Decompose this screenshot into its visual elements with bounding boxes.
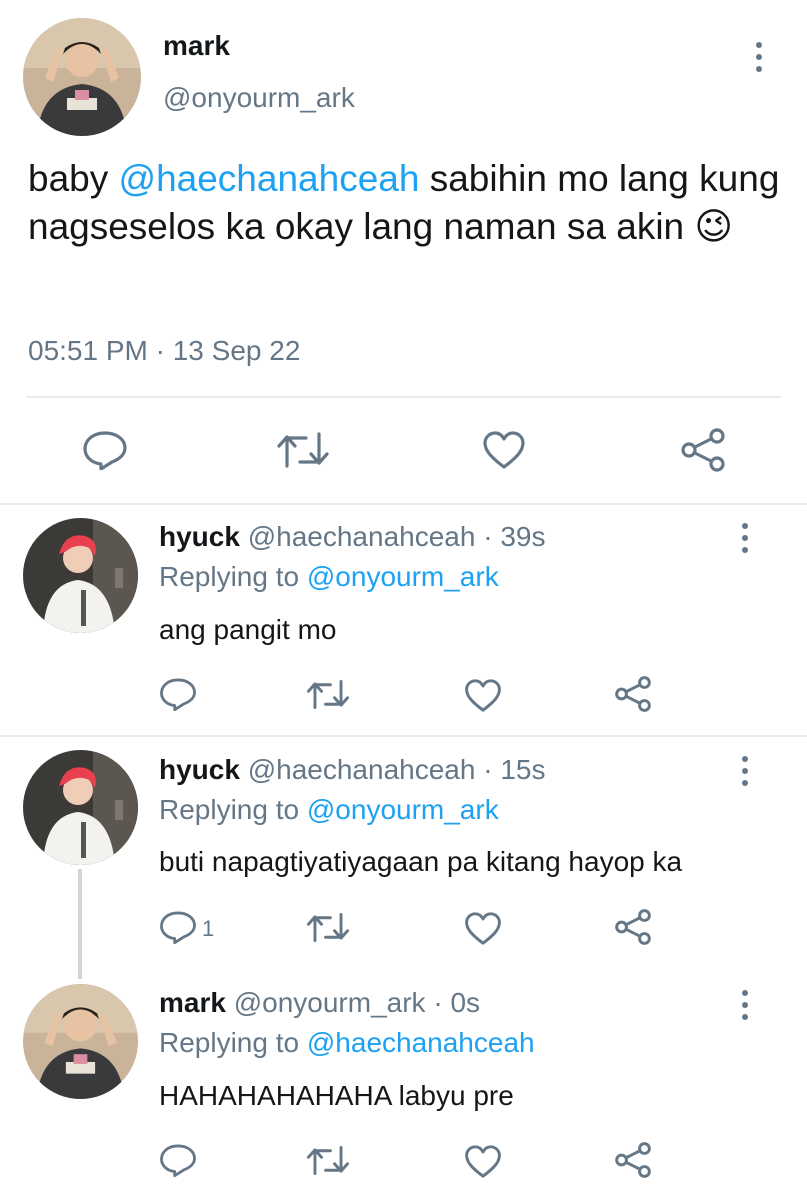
replying-to-mention[interactable]: @onyourm_ark	[307, 561, 499, 592]
avatar-image	[23, 518, 138, 633]
replying-to-mention[interactable]: @onyourm_ark	[307, 794, 499, 825]
tweet-text-start: baby	[28, 158, 119, 199]
reply-time[interactable]: · 39s	[483, 521, 545, 552]
avatar-image	[23, 984, 138, 1099]
more-options-icon[interactable]	[740, 523, 750, 553]
reply-text: HAHAHAHAHAHA labyu pre	[159, 1080, 514, 1111]
author-name[interactable]: mark	[163, 30, 230, 62]
retweet-icon[interactable]	[276, 430, 330, 470]
tweet-text: baby @haechanahceah sabihin mo lang kung…	[28, 155, 788, 251]
reply-time[interactable]: · 15s	[483, 754, 545, 785]
reply-count: 1	[202, 916, 215, 941]
replying-to-mention[interactable]: @haechanahceah	[307, 1027, 535, 1058]
replying-to: Replying to @haechanahceah	[159, 1027, 535, 1059]
like-icon[interactable]	[464, 911, 502, 946]
share-icon[interactable]	[614, 1142, 652, 1178]
more-options-icon[interactable]	[740, 756, 750, 786]
author-handle[interactable]: @onyourm_ark	[163, 82, 355, 114]
retweet-icon[interactable]	[306, 911, 350, 944]
tweet-timestamp[interactable]: 05:51 PM · 13 Sep 22	[28, 335, 300, 367]
reply-author-handle[interactable]: @onyourm_ark	[234, 987, 426, 1018]
reply-icon[interactable]	[159, 1143, 197, 1177]
mention-link[interactable]: @haechanahceah	[119, 158, 420, 199]
avatar-mark[interactable]	[23, 18, 141, 136]
like-icon[interactable]	[482, 430, 526, 470]
reply-icon[interactable]	[159, 677, 197, 711]
divider	[26, 396, 781, 398]
share-icon[interactable]	[614, 676, 652, 712]
replying-to-label: Replying to	[159, 1027, 307, 1058]
reply-author-name[interactable]: hyuck	[159, 521, 240, 552]
avatar-image	[23, 18, 141, 136]
section-divider	[0, 503, 807, 505]
section-divider	[0, 735, 807, 737]
reply-author-name[interactable]: mark	[159, 987, 226, 1018]
retweet-icon[interactable]	[306, 678, 350, 711]
avatar-image	[23, 750, 138, 865]
reply-header: hyuck @haechanahceah · 15s	[159, 754, 545, 786]
more-options-icon[interactable]	[740, 990, 750, 1020]
like-icon[interactable]	[464, 1144, 502, 1179]
replying-to: Replying to @onyourm_ark	[159, 561, 499, 593]
avatar-hyuck[interactable]	[23, 518, 138, 633]
reply-author-name[interactable]: hyuck	[159, 754, 240, 785]
more-options-icon[interactable]	[754, 42, 764, 72]
reply-time[interactable]: · 0s	[433, 987, 480, 1018]
avatar-hyuck[interactable]	[23, 750, 138, 865]
replying-to-label: Replying to	[159, 561, 307, 592]
share-icon[interactable]	[614, 909, 652, 945]
retweet-icon[interactable]	[306, 1144, 350, 1177]
reply-header: mark @onyourm_ark · 0s	[159, 987, 480, 1019]
thread-connector	[78, 869, 82, 979]
reply-icon[interactable]	[82, 430, 128, 470]
reply-header: hyuck @haechanahceah · 39s	[159, 521, 545, 553]
reply-text: buti napagtiyatiyagaan pa kitang hayop k…	[159, 846, 683, 877]
reply-text: ang pangit mo	[159, 614, 337, 645]
replying-to: Replying to @onyourm_ark	[159, 794, 499, 826]
wink-emoji-icon: 😉	[694, 206, 733, 247]
reply-icon[interactable]	[159, 910, 197, 944]
like-icon[interactable]	[464, 678, 502, 713]
avatar-mark[interactable]	[23, 984, 138, 1099]
replying-to-label: Replying to	[159, 794, 307, 825]
reply-author-handle[interactable]: @haechanahceah	[248, 754, 476, 785]
reply-author-handle[interactable]: @haechanahceah	[248, 521, 476, 552]
share-icon[interactable]	[680, 428, 726, 472]
